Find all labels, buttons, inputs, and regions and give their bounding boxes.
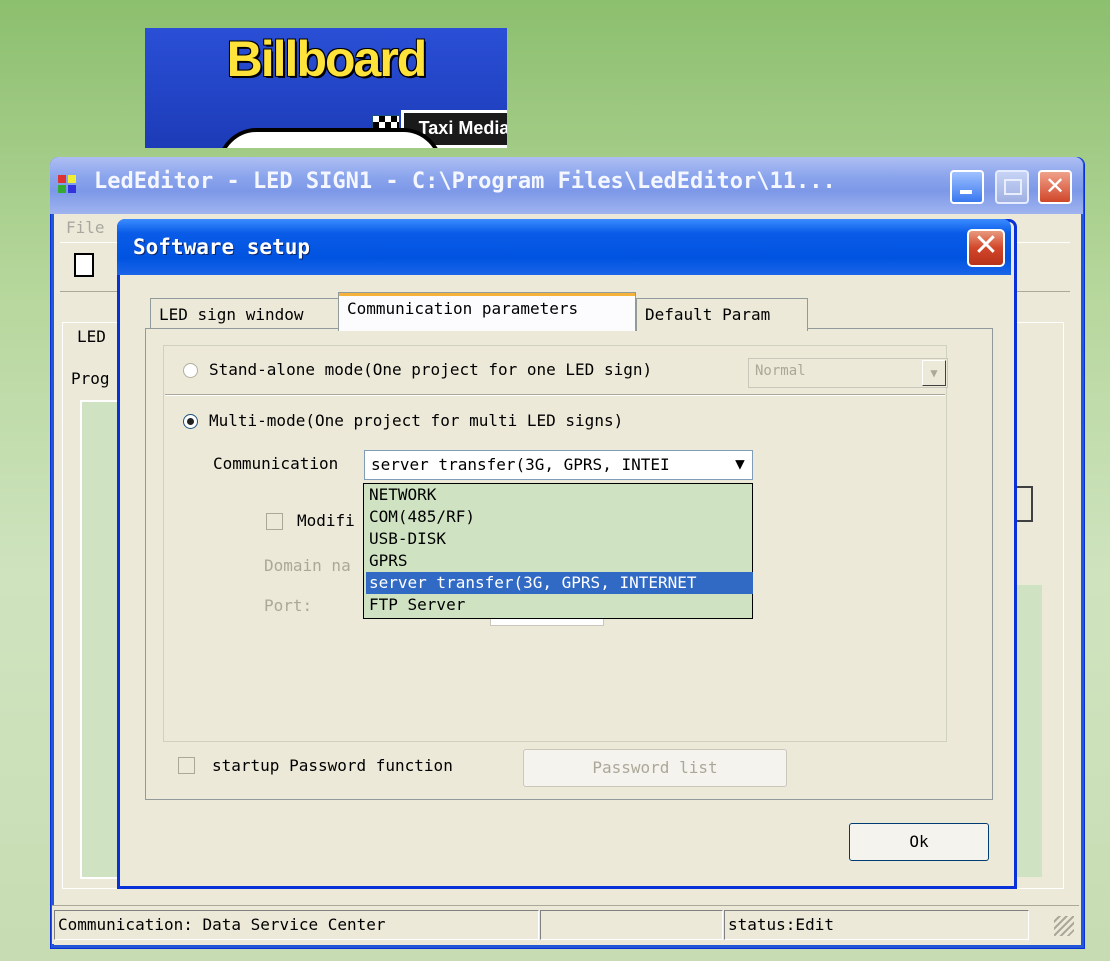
close-icon: ✕ [1044,172,1066,200]
taxi-roof-icon [217,128,443,148]
dialog-close-button[interactable]: ✕ [967,229,1005,267]
standalone-mode-value: Normal [755,363,806,379]
tab-default-param[interactable]: Default Param [636,298,808,331]
chevron-down-icon: ▼ [922,360,946,386]
password-list-button[interactable]: Password list [523,749,787,787]
standalone-radio[interactable] [183,363,198,378]
close-button[interactable]: ✕ [1038,170,1072,204]
main-window-titlebar[interactable]: LedEditor - LED SIGN1 - C:\Program Files… [50,157,1083,214]
password-function-label: startup Password function [212,756,453,775]
standalone-mode-select[interactable]: Normal ▼ [748,358,948,388]
status-communication: Communication: Data Service Center [54,910,539,940]
maximize-button[interactable] [995,170,1029,204]
port-label: Port: [264,596,313,615]
logo-roof-clip [145,28,507,148]
modify-checkbox[interactable] [266,513,283,530]
communication-dropdown-list: NETWORK COM(485/RF) USB-DISK GPRS server… [363,483,753,619]
dropdown-option-com[interactable]: COM(485/RF) [366,506,753,528]
status-edit: status:Edit [724,910,1029,940]
minimize-button[interactable] [950,170,984,204]
dropdown-option-network[interactable]: NETWORK [366,484,753,506]
dropdown-option-usb-disk[interactable]: USB-DISK [366,528,753,550]
menu-file[interactable]: File [66,218,105,237]
app-icon [58,173,86,197]
modify-label: Modifi [297,511,355,530]
resize-grip-icon[interactable] [1054,916,1074,936]
dropdown-option-ftp-server[interactable]: FTP Server [366,594,753,616]
ok-button[interactable]: Ok [849,823,989,861]
password-checkbox[interactable] [178,757,195,774]
maximize-icon [1004,179,1022,195]
dropdown-option-gprs[interactable]: GPRS [366,550,753,572]
close-icon: ✕ [973,228,999,263]
panel-label-led: LED [77,327,106,346]
tab-communication-parameters[interactable]: Communication parameters [338,292,636,331]
status-bar: Communication: Data Service Center statu… [52,905,1079,944]
main-window-title: LedEditor - LED SIGN1 - C:\Program Files… [94,169,836,194]
domain-name-label: Domain na [264,556,351,575]
status-middle [540,910,723,940]
communication-select[interactable]: server transfer(3G, GPRS, INTEI ▼ [364,450,753,480]
separator [165,394,945,396]
dropdown-option-server-transfer[interactable]: server transfer(3G, GPRS, INTERNET [366,572,753,594]
tab-led-sign-window[interactable]: LED sign window [150,298,344,331]
new-document-icon[interactable] [74,253,94,277]
dialog-titlebar[interactable]: Software setup [117,219,1011,275]
standalone-label: Stand-alone mode(One project for one LED… [209,360,653,379]
dialog-title: Software setup [133,235,311,259]
panel-label-prog: Prog [71,369,110,388]
communication-value: server transfer(3G, GPRS, INTEI [371,455,670,474]
multimode-radio[interactable] [183,414,198,429]
side-button[interactable] [1016,486,1033,522]
multimode-label: Multi-mode(One project for multi LED sig… [209,411,624,430]
chevron-down-icon: ▼ [729,452,751,476]
communication-label: Communication [213,454,339,473]
minimize-icon [960,190,972,194]
